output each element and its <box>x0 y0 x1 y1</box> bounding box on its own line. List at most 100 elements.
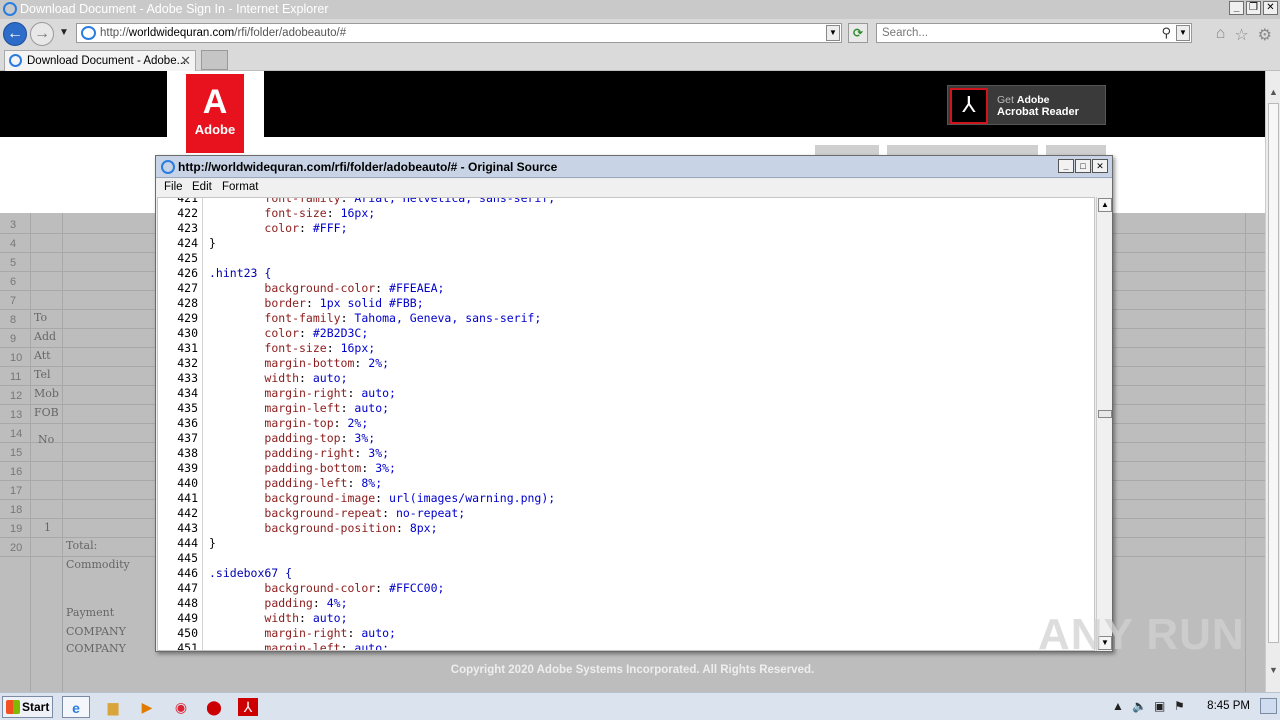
page-scrollbar[interactable]: ▲ ▼ <box>1265 71 1280 692</box>
code-text: border: 1px solid #FBB; <box>264 296 424 310</box>
taskbar: Start e ▆ ▶ ◉ ⬤ ⅄ ▲ 🔈 ▣ ⚑ 8:45 PM <box>0 692 1280 720</box>
line-number: 445 <box>177 551 198 565</box>
window-title: Download Document - Adobe Sign In - Inte… <box>20 2 329 16</box>
taskbar-chrome-icon[interactable]: ◉ <box>167 696 195 718</box>
sheet-column-line <box>62 213 63 692</box>
code-text: } <box>209 236 216 250</box>
address-dropdown-icon[interactable]: ▼ <box>826 25 840 41</box>
code-text: background-color: #FFCC00; <box>264 581 445 595</box>
adobe-a-icon: A <box>202 83 228 121</box>
code-text: padding: 4%; <box>264 596 348 610</box>
source-scrollbar[interactable]: ▲ ▼ <box>1096 197 1112 651</box>
back-button[interactable]: ← <box>3 22 27 46</box>
refresh-button[interactable]: ⟳ <box>848 23 868 43</box>
code-text: color: #2B2D3C; <box>264 326 369 340</box>
line-number: 450 <box>177 626 198 640</box>
settings-gear-icon[interactable]: ⚙ <box>1258 25 1272 45</box>
sheet-cell: FOB <box>34 406 59 419</box>
source-code-area[interactable]: 421 font-family: Arial, Helvetica, sans-… <box>157 197 1095 651</box>
anyrun-watermark: ANY RUN <box>1038 610 1245 659</box>
address-url[interactable]: http://worldwidequran.com/rfi/folder/ado… <box>100 27 346 39</box>
code-text: background-color: #FFEAEA; <box>264 281 445 295</box>
scroll-down-arrow-icon[interactable]: ▼ <box>1267 665 1280 680</box>
system-tray: ▲ 🔈 ▣ ⚑ <box>1110 693 1280 720</box>
code-text: margin-right: auto; <box>264 386 396 400</box>
line-number: 449 <box>177 611 198 625</box>
show-desktop-button[interactable] <box>1260 698 1277 714</box>
line-number: 451 <box>177 641 198 651</box>
taskbar-opera-icon[interactable]: ⬤ <box>200 696 228 718</box>
taskbar-explorer-folder-icon[interactable]: ▆ <box>99 696 127 718</box>
source-viewer-titlebar: http://worldwidequran.com/rfi/folder/ado… <box>156 156 1112 178</box>
source-viewer-menubar: File Edit Format <box>156 179 1112 197</box>
scroll-thumb[interactable] <box>1098 410 1112 418</box>
start-button[interactable]: Start <box>2 696 53 718</box>
taskbar-internet-explorer-icon[interactable]: e <box>62 696 90 718</box>
get-reader-product: Acrobat Reader <box>997 106 1079 118</box>
taskbar-acrobat-icon[interactable]: ⅄ <box>234 696 262 718</box>
scroll-thumb[interactable] <box>1268 103 1279 643</box>
sheet-cell: Tel <box>34 368 51 381</box>
sheet-row-number: 15 <box>10 447 23 459</box>
maximize-button[interactable]: □ <box>1075 159 1091 173</box>
favorites-star-icon[interactable]: ☆ <box>1234 25 1248 45</box>
recent-pages-dropdown[interactable]: ▼ <box>59 27 69 38</box>
get-acrobat-reader-badge[interactable]: ⅄ Get Adobe Acrobat Reader <box>947 85 1106 125</box>
sheet-cell: Total: <box>66 539 98 552</box>
sheet-row-number: 18 <box>10 504 23 516</box>
code-text: padding-bottom: 3%; <box>264 461 396 475</box>
page-icon <box>161 160 175 174</box>
taskbar-media-player-icon[interactable]: ▶ <box>133 696 161 718</box>
sheet-row-number: 20 <box>10 542 23 554</box>
code-text: margin-bottom: 2%; <box>264 356 390 370</box>
tab-close-icon[interactable]: ✕ <box>180 53 191 69</box>
new-tab-button[interactable] <box>201 50 228 70</box>
close-button[interactable]: ✕ <box>1092 159 1108 173</box>
source-viewer-window: http://worldwidequran.com/rfi/folder/ado… <box>155 155 1113 652</box>
code-text: margin-left: auto; <box>264 641 390 651</box>
minimize-button[interactable]: _ <box>1229 1 1244 15</box>
line-number: 421 <box>177 197 198 205</box>
sheet-cell: COMPANY <box>66 642 126 655</box>
code-text: margin-top: 2%; <box>264 416 369 430</box>
search-box[interactable]: Search... ⚲ ▼ <box>876 23 1192 43</box>
code-text: margin-left: auto; <box>264 401 390 415</box>
line-number: 441 <box>177 491 198 505</box>
line-number: 430 <box>177 326 198 340</box>
line-number: 439 <box>177 461 198 475</box>
home-icon[interactable]: ⌂ <box>1216 25 1226 45</box>
volume-icon[interactable]: 🔈 <box>1132 699 1147 713</box>
get-reader-line1: Get Adobe <box>997 94 1050 106</box>
line-number: 427 <box>177 281 198 295</box>
line-number: 423 <box>177 221 198 235</box>
line-number: 433 <box>177 371 198 385</box>
tray-expand-icon[interactable]: ▲ <box>1112 699 1124 713</box>
menu-file[interactable]: File <box>164 181 183 193</box>
search-dropdown-icon[interactable]: ▼ <box>1176 25 1190 41</box>
close-button[interactable]: ✕ <box>1263 1 1278 15</box>
adobe-logo: A Adobe <box>167 71 264 153</box>
menu-format[interactable]: Format <box>222 181 258 193</box>
minimize-button[interactable]: _ <box>1058 159 1074 173</box>
forward-button[interactable]: → <box>30 22 54 46</box>
search-icon[interactable]: ⚲ <box>1161 25 1171 41</box>
network-icon[interactable]: ▣ <box>1154 699 1165 713</box>
code-text: background-position: 8px; <box>264 521 438 535</box>
sheet-row-number: 9 <box>10 333 17 345</box>
action-center-flag-icon[interactable]: ⚑ <box>1174 699 1185 713</box>
scroll-up-arrow-icon[interactable]: ▲ <box>1098 198 1112 212</box>
line-number: 438 <box>177 446 198 460</box>
restore-button[interactable]: ❐ <box>1246 1 1261 15</box>
code-text: .sidebox67 { <box>209 566 293 580</box>
sheet-column-line <box>30 213 31 692</box>
sheet-cell: No <box>38 433 55 446</box>
start-label: Start <box>22 700 50 714</box>
sheet-row-number: 3 <box>10 219 17 231</box>
menu-edit[interactable]: Edit <box>192 181 212 193</box>
tab-download-document[interactable]: Download Document - Adobe... ✕ <box>4 50 196 71</box>
scroll-up-arrow-icon[interactable]: ▲ <box>1267 87 1280 102</box>
source-viewer-controls: _ □ ✕ <box>1058 159 1108 173</box>
code-text: padding-right: 3%; <box>264 446 390 460</box>
address-bar[interactable]: http://worldwidequran.com/rfi/folder/ado… <box>76 23 842 43</box>
code-text: .hint23 { <box>209 266 272 280</box>
